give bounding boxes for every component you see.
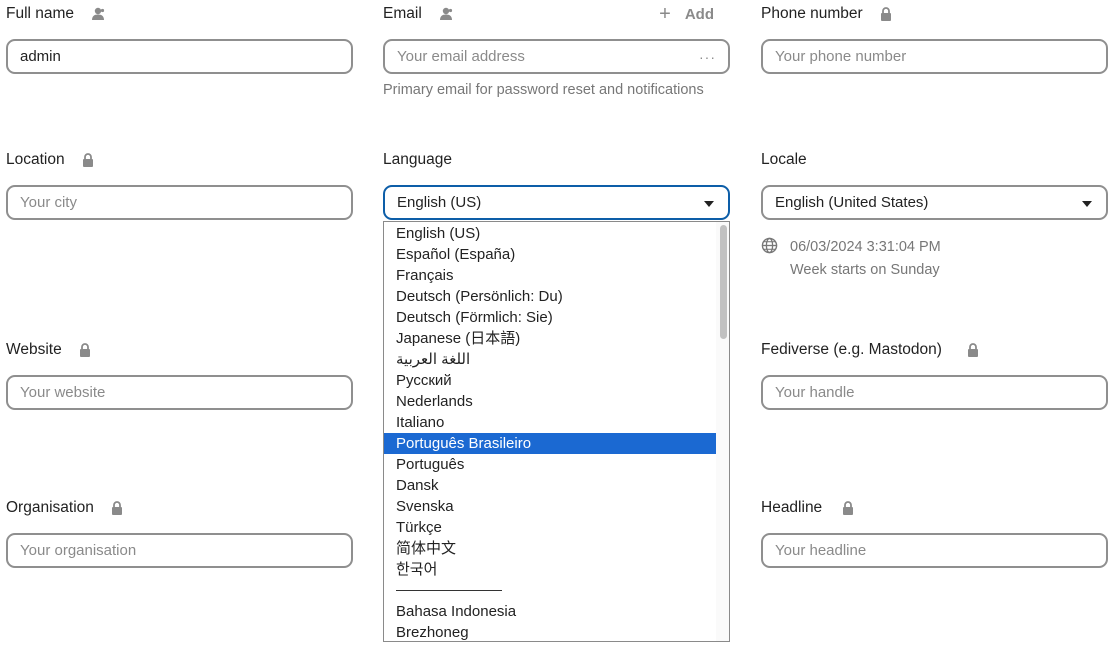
add-email-label: Add [684,5,714,23]
week-start-text: Week starts on Sunday [790,262,940,278]
full-name-label: Full name [6,5,75,22]
field-fediverse: Fediverse (e.g. Mastodon) Your handle [761,336,1108,410]
column-left: Full name admin Location Your city Websi… [6,0,353,650]
lock-icon[interactable] [842,501,854,515]
location-placeholder: Your city [20,194,77,211]
headline-placeholder: Your headline [775,542,867,559]
language-option[interactable]: Français [384,265,716,286]
locale-value: English (United States) [775,194,929,211]
plus-icon: + [659,3,671,25]
language-option[interactable]: Svenska [384,496,716,517]
globe-icon [761,237,790,258]
organisation-label: Organisation [6,499,94,516]
language-option[interactable]: Türkçe [384,517,716,538]
locale-label: Locale [761,151,807,168]
language-options: English (US) Español (España) Français Deut… [384,223,716,641]
headline-input[interactable]: Your headline [761,533,1108,568]
dropdown-scrollbar-thumb[interactable] [720,225,727,339]
language-option[interactable]: 한국어 [384,559,716,580]
language-label: Language [383,151,452,168]
language-option[interactable]: 简体中文 [384,538,716,559]
full-name-input[interactable]: admin [6,39,353,74]
language-option[interactable]: Japanese (日本語) [384,328,716,349]
email-input[interactable]: Your email address ··· [383,39,730,74]
language-value: English (US) [397,194,482,211]
headline-label: Headline [761,499,823,516]
organisation-input[interactable]: Your organisation [6,533,353,568]
language-select[interactable]: English (US) [383,185,730,220]
website-placeholder: Your website [20,384,106,401]
language-option[interactable]: Português [384,454,716,475]
website-label: Website [6,341,62,358]
lock-icon[interactable] [82,153,94,167]
fediverse-label: Fediverse (e.g. Mastodon) [761,341,942,358]
full-name-value: admin [20,48,61,65]
field-locale: Locale English (United States) 06/03/202… [761,146,1108,278]
language-option[interactable]: اللغة العربية [384,349,716,370]
caret-down-icon [1082,194,1092,211]
user-scope-icon[interactable] [91,7,105,21]
field-location: Location Your city [6,146,353,220]
lock-icon[interactable] [111,501,123,515]
lock-icon[interactable] [880,7,892,21]
lock-icon[interactable] [967,343,979,357]
add-email-button[interactable]: + Add [659,4,714,24]
user-scope-icon[interactable] [439,7,453,21]
email-placeholder: Your email address [397,48,525,65]
field-website: Website Your website [6,336,353,410]
more-options-icon[interactable]: ··· [699,49,716,65]
lock-icon[interactable] [79,343,91,357]
location-label: Location [6,151,65,168]
field-organisation: Organisation Your organisation [6,494,353,568]
language-option[interactable]: Русский [384,370,716,391]
field-full-name: Full name admin [6,0,353,74]
locale-select[interactable]: English (United States) [761,185,1108,220]
location-input[interactable]: Your city [6,185,353,220]
language-option[interactable]: Español (España) [384,244,716,265]
column-right: Phone number Your phone number Locale En… [761,0,1108,650]
website-input[interactable]: Your website [6,375,353,410]
language-option[interactable]: Bahasa Indonesia [384,601,716,622]
field-language: Language English (US) [383,146,730,220]
locale-datetime: 06/03/2024 3:31:04 PM [790,239,941,255]
dropdown-separator [384,580,716,601]
field-headline: Headline Your headline [761,494,1108,568]
organisation-placeholder: Your organisation [20,542,137,559]
fediverse-input[interactable]: Your handle [761,375,1108,410]
language-option[interactable]: Brezhoneg [384,622,716,641]
phone-input[interactable]: Your phone number [761,39,1108,74]
email-label: Email [383,5,422,22]
phone-label: Phone number [761,5,863,22]
email-helper-text: Primary email for password reset and not… [383,82,704,98]
language-option[interactable]: Dansk [384,475,716,496]
field-phone: Phone number Your phone number [761,0,1108,74]
language-option[interactable]: Deutsch (Förmlich: Sie) [384,307,716,328]
language-option[interactable]: Deutsch (Persönlich: Du) [384,286,716,307]
field-email: Email + Add Your email address ··· Prima… [383,0,730,98]
language-option[interactable]: English (US) [384,223,716,244]
language-option[interactable]: Nederlands [384,391,716,412]
language-option[interactable]: Português Brasileiro [384,433,716,454]
dropdown-scrollbar[interactable] [716,222,729,641]
phone-placeholder: Your phone number [775,48,907,65]
fediverse-placeholder: Your handle [775,384,855,401]
locale-info: 06/03/2024 3:31:04 PM Week starts on Sun… [761,236,941,282]
language-option[interactable]: Italiano [384,412,716,433]
caret-down-icon [704,194,714,211]
language-dropdown-list[interactable]: English (US) Español (España) Français Deut… [383,221,730,642]
